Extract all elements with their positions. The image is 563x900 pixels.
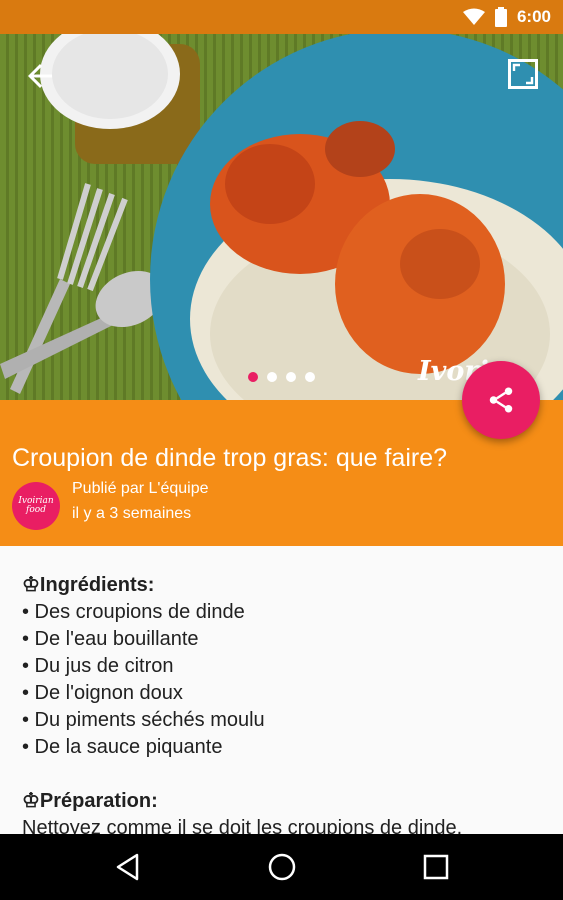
square-recents-icon: [423, 854, 449, 880]
article-body[interactable]: ♔Ingrédients: • Des croupions de dinde •…: [0, 546, 563, 834]
wifi-icon: [462, 8, 485, 25]
ingredient-item: • De la sauce piquante: [22, 736, 223, 758]
status-bar: 6:00: [0, 0, 563, 34]
preparation-heading: ♔Préparation:: [22, 790, 158, 812]
food-image: [0, 34, 563, 400]
slide-dot[interactable]: [267, 372, 277, 382]
share-icon: [489, 387, 513, 413]
nav-recents-button[interactable]: [421, 852, 451, 882]
fullscreen-icon: [508, 59, 538, 89]
slide-dot[interactable]: [305, 372, 315, 382]
ingredients-heading: ♔Ingrédients:: [22, 574, 155, 596]
share-button[interactable]: [462, 361, 540, 439]
slide-dot[interactable]: [248, 372, 258, 382]
preparation-text: Nettoyez comme il se doit les croupions …: [22, 817, 463, 834]
status-time: 6:00: [516, 7, 551, 26]
ingredient-item: • De l'eau bouillante: [22, 628, 199, 650]
publish-time: il y a 3 semaines: [72, 505, 192, 522]
author-line: Publié par L'équipe: [72, 480, 209, 497]
triangle-back-icon: [116, 853, 139, 881]
battery-icon: [494, 7, 507, 27]
ingredient-item: • Des croupions de dinde: [22, 601, 245, 623]
nav-back-button[interactable]: [113, 852, 143, 882]
slide-indicator: [248, 372, 315, 382]
page-title: Croupion de dinde trop gras: que faire?: [12, 444, 448, 472]
ingredient-item: • Du piments séchés moulu: [22, 709, 265, 731]
avatar[interactable]: Ivoirian food: [12, 482, 60, 530]
ingredient-item: • Du jus de citron: [22, 655, 174, 677]
fullscreen-button[interactable]: [505, 56, 541, 92]
navigation-bar: [0, 834, 563, 900]
back-arrow-icon: [28, 64, 52, 88]
nav-home-button[interactable]: [267, 852, 297, 882]
recipe-photo[interactable]: Ivori: [0, 34, 563, 400]
ingredient-item: • De l'oignon doux: [22, 682, 183, 704]
slide-dot[interactable]: [286, 372, 296, 382]
back-button[interactable]: [22, 58, 58, 94]
circle-home-icon: [268, 853, 296, 881]
